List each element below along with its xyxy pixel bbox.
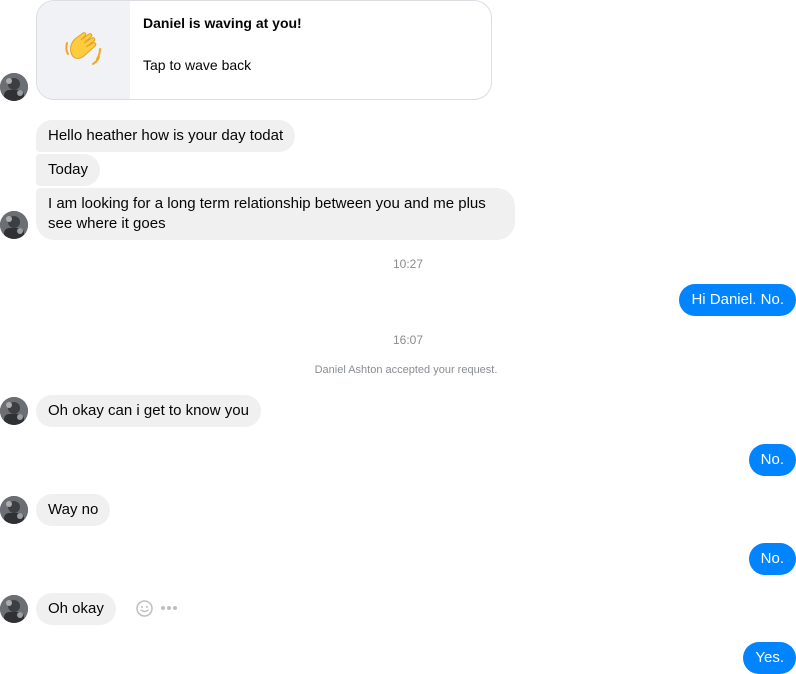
message-bubble-incoming[interactable]: Oh okay can i get to know you bbox=[36, 395, 261, 427]
message-bubble-incoming[interactable]: Way no bbox=[36, 494, 111, 526]
avatar[interactable] bbox=[0, 595, 28, 623]
timestamp: 10:27 bbox=[392, 257, 424, 271]
smiley-icon[interactable] bbox=[136, 600, 153, 617]
avatar[interactable] bbox=[0, 397, 28, 425]
message-bubble-incoming[interactable]: Oh okay bbox=[36, 593, 116, 625]
wave-card[interactable]: Daniel is waving at you! Tap to wave bac… bbox=[36, 0, 492, 100]
wave-title: Daniel is waving at you! bbox=[143, 15, 302, 31]
message-bubble-incoming[interactable]: Today bbox=[36, 154, 101, 186]
wave-thumbnail bbox=[37, 1, 130, 99]
waving-hand-icon bbox=[65, 32, 101, 65]
message-bubble-outgoing[interactable]: Hi Daniel. No. bbox=[679, 284, 796, 316]
avatar[interactable] bbox=[0, 211, 28, 239]
system-notice: Daniel Ashton accepted your request. bbox=[314, 364, 498, 376]
message-bubble-incoming[interactable]: I am looking for a long term relationshi… bbox=[36, 188, 515, 240]
wave-subtitle[interactable]: Tap to wave back bbox=[143, 57, 251, 73]
message-bubble-outgoing[interactable]: Yes. bbox=[743, 642, 796, 674]
avatar[interactable] bbox=[0, 73, 28, 101]
message-bubble-outgoing[interactable]: No. bbox=[748, 543, 796, 575]
message-bubble-incoming[interactable]: Hello heather how is your day todat bbox=[36, 120, 296, 152]
avatar[interactable] bbox=[0, 496, 28, 524]
timestamp: 16:07 bbox=[392, 333, 424, 347]
message-bubble-outgoing[interactable]: No. bbox=[748, 444, 796, 476]
more-dots-icon[interactable] bbox=[160, 604, 178, 612]
